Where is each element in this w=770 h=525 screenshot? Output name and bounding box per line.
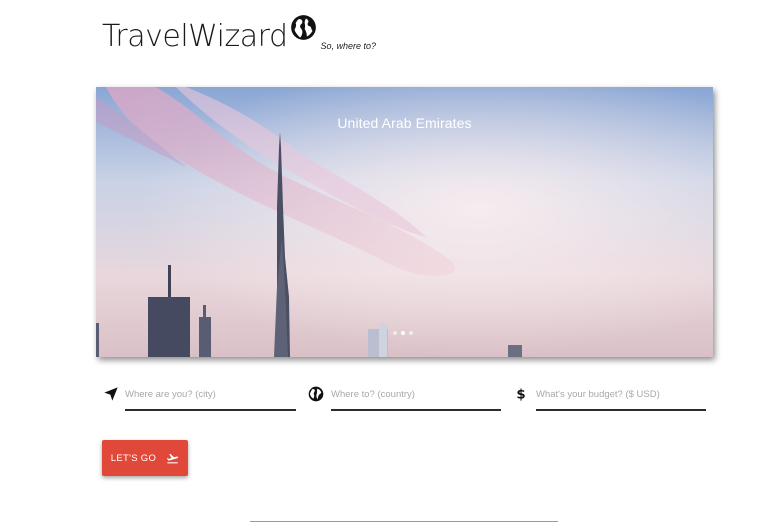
carousel-dot[interactable]	[409, 331, 413, 335]
lets-go-button[interactable]: LET'S GO	[102, 440, 188, 476]
carousel-dot[interactable]	[393, 331, 397, 335]
destination-carousel[interactable]: United Arab Emirates	[96, 87, 713, 357]
dollar-icon: $	[516, 388, 525, 402]
destination-field	[308, 384, 501, 412]
svg-text:$: $	[516, 388, 525, 402]
flight-takeoff-icon	[167, 453, 179, 463]
brand-tagline: So, where to?	[320, 41, 377, 51]
origin-input[interactable]	[125, 384, 296, 411]
lets-go-label: LET'S GO	[110, 452, 157, 464]
globe-icon	[290, 15, 316, 40]
carousel-caption: United Arab Emirates	[337, 115, 472, 131]
origin-field	[103, 384, 296, 412]
location-arrow-icon	[104, 387, 118, 401]
budget-field: $	[513, 384, 706, 412]
carousel-indicators	[393, 331, 413, 335]
brand-header: TravelWizard So, where to?	[102, 14, 376, 52]
footer-divider	[250, 521, 558, 522]
destination-input[interactable]	[331, 384, 501, 411]
carousel-dot-active[interactable]	[401, 331, 405, 335]
globe-icon	[308, 386, 324, 402]
brand-title: TravelWizard	[102, 19, 288, 54]
budget-input[interactable]	[536, 384, 706, 411]
